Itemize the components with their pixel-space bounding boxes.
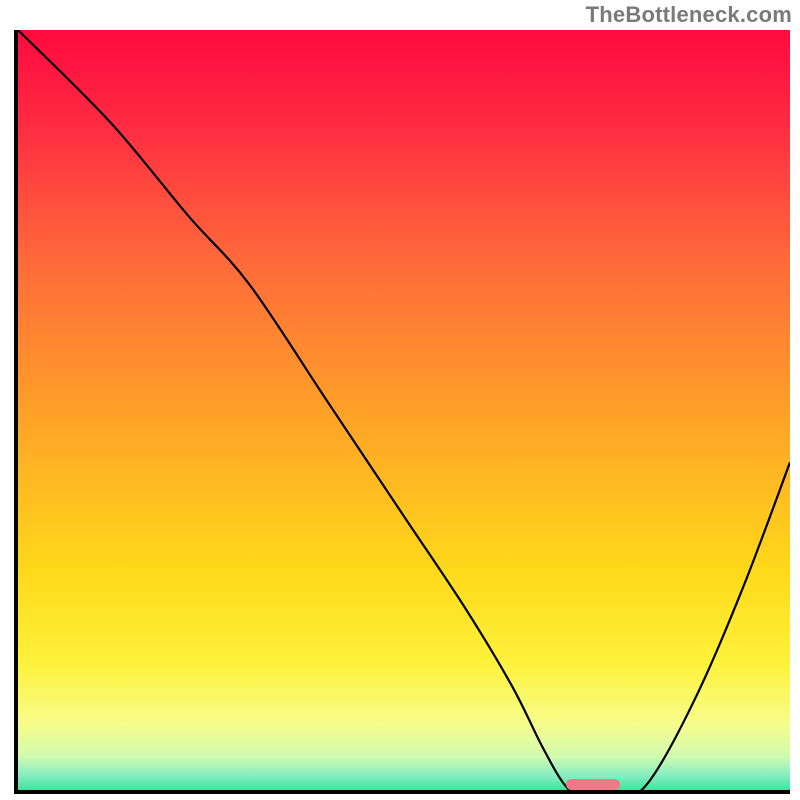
heat-gradient-background <box>18 30 790 794</box>
optimal-range-marker <box>566 779 620 790</box>
watermark-text: TheBottleneck.com <box>586 2 792 28</box>
plot-area <box>14 30 790 794</box>
